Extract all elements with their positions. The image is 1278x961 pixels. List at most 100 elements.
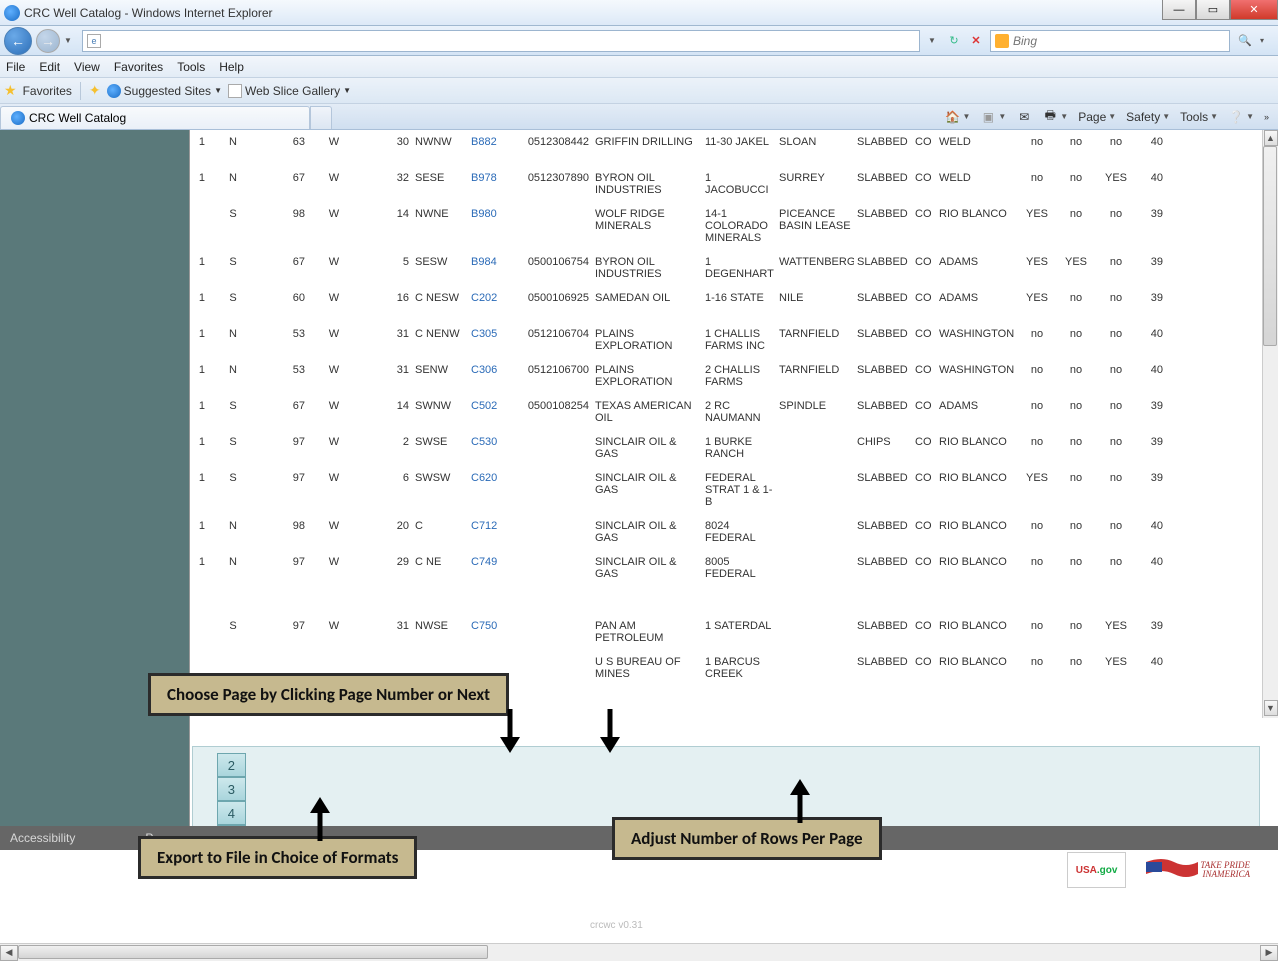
- cell: 39: [1136, 206, 1166, 222]
- page-menu[interactable]: Page▼: [1075, 110, 1119, 124]
- menu-file[interactable]: File: [6, 60, 25, 74]
- minimize-button[interactable]: —: [1162, 0, 1196, 20]
- scroll-thumb[interactable]: [18, 945, 488, 959]
- cell: 39: [1136, 254, 1166, 270]
- library-link[interactable]: C620: [471, 472, 497, 484]
- cell: CO: [912, 362, 936, 378]
- menu-help[interactable]: Help: [219, 60, 244, 74]
- back-button[interactable]: ←: [4, 27, 32, 55]
- cell[interactable]: [468, 654, 518, 658]
- menu-tools[interactable]: Tools: [177, 60, 205, 74]
- scroll-down-button[interactable]: ▼: [1264, 700, 1278, 716]
- vertical-scrollbar[interactable]: ▲ ▼: [1262, 130, 1278, 718]
- suggested-sites[interactable]: Suggested Sites ▼: [107, 84, 222, 98]
- stop-button[interactable]: ✕: [966, 31, 986, 51]
- ie-icon: [4, 5, 20, 21]
- cell[interactable]: B978: [468, 170, 518, 186]
- arrow-icon: [785, 778, 815, 823]
- refresh-button[interactable]: ↻: [944, 31, 964, 51]
- library-link[interactable]: B984: [471, 256, 497, 268]
- horizontal-scrollbar[interactable]: ◀ ▶: [0, 943, 1278, 961]
- nav-history-dropdown[interactable]: ▼: [64, 36, 78, 45]
- cell: 1: [190, 290, 208, 306]
- scroll-thumb[interactable]: [1263, 146, 1277, 346]
- page-2[interactable]: 2: [217, 753, 245, 777]
- scroll-up-button[interactable]: ▲: [1264, 130, 1278, 146]
- cell: SENW: [412, 362, 468, 378]
- print-button[interactable]: 🖶▼: [1039, 109, 1071, 125]
- close-button[interactable]: ✕: [1230, 0, 1278, 20]
- cell: SURREY: [776, 170, 854, 186]
- scroll-right-button[interactable]: ▶: [1260, 945, 1278, 961]
- callout-pages: Choose Page by Clicking Page Number or N…: [148, 673, 509, 716]
- read-mail-button[interactable]: ✉: [1013, 109, 1035, 125]
- cell: SLABBED: [854, 134, 912, 150]
- footer-accessibility[interactable]: Accessibility: [10, 831, 75, 845]
- library-link[interactable]: C306: [471, 364, 497, 376]
- search-input[interactable]: [1013, 34, 1193, 48]
- page-3[interactable]: 3: [217, 777, 245, 801]
- table-row: 1N98W20CC712SINCLAIR OIL & GAS8024 FEDER…: [190, 514, 1278, 550]
- tools-menu[interactable]: Tools▼: [1177, 110, 1221, 124]
- scroll-left-button[interactable]: ◀: [0, 945, 18, 961]
- library-link[interactable]: C202: [471, 292, 497, 304]
- cell[interactable]: C202: [468, 290, 518, 306]
- cell: SLABBED: [854, 654, 912, 670]
- usa-gov-logo[interactable]: USA.gov: [1067, 852, 1127, 888]
- arrow-icon: [495, 709, 525, 754]
- cell: PLAINS EXPLORATION: [592, 362, 702, 390]
- favorites-bar: ★ Favorites ✦ Suggested Sites ▼ Web Slic…: [0, 78, 1278, 104]
- tab-crc-well-catalog[interactable]: CRC Well Catalog: [0, 106, 310, 129]
- cell[interactable]: C749: [468, 554, 518, 570]
- library-link[interactable]: B980: [471, 208, 497, 220]
- cell[interactable]: C530: [468, 434, 518, 450]
- library-link[interactable]: B978: [471, 172, 497, 184]
- expand-button[interactable]: »: [1261, 112, 1272, 122]
- cell: 6: [360, 470, 412, 486]
- cell: W: [308, 170, 360, 186]
- cell[interactable]: C712: [468, 518, 518, 534]
- new-tab-button[interactable]: [310, 106, 332, 129]
- menu-favorites[interactable]: Favorites: [114, 60, 163, 74]
- favorites-star-icon[interactable]: ★: [4, 82, 17, 99]
- menu-view[interactable]: View: [74, 60, 100, 74]
- safety-menu[interactable]: Safety▼: [1123, 110, 1173, 124]
- cell: CO: [912, 290, 936, 306]
- search-box[interactable]: [990, 30, 1230, 52]
- cell[interactable]: B984: [468, 254, 518, 270]
- library-link[interactable]: C750: [471, 620, 497, 632]
- favorites-label[interactable]: Favorites: [23, 84, 72, 98]
- cell[interactable]: C620: [468, 470, 518, 486]
- address-bar[interactable]: e: [82, 30, 920, 52]
- cell[interactable]: C502: [468, 398, 518, 414]
- cell[interactable]: C306: [468, 362, 518, 378]
- page-4[interactable]: 4: [217, 801, 245, 825]
- address-dropdown[interactable]: ▼: [928, 36, 942, 45]
- cell[interactable]: C305: [468, 326, 518, 342]
- cell: 1 SATERDAL: [702, 618, 776, 634]
- add-favorite-icon[interactable]: ✦: [89, 82, 101, 99]
- cell: S: [208, 206, 258, 222]
- cell: SLABBED: [854, 206, 912, 222]
- cell[interactable]: B882: [468, 134, 518, 150]
- forward-button[interactable]: →: [36, 29, 60, 53]
- library-link[interactable]: C749: [471, 556, 497, 568]
- library-link[interactable]: C502: [471, 400, 497, 412]
- menu-edit[interactable]: Edit: [39, 60, 60, 74]
- library-link[interactable]: B882: [471, 136, 497, 148]
- help-button[interactable]: ❔▼: [1225, 109, 1257, 125]
- feeds-button[interactable]: ▣▼: [977, 109, 1009, 125]
- library-link[interactable]: C305: [471, 328, 497, 340]
- maximize-button[interactable]: ▭: [1196, 0, 1230, 20]
- cell[interactable]: C750: [468, 618, 518, 634]
- library-link[interactable]: C530: [471, 436, 497, 448]
- cell: W: [308, 470, 360, 486]
- library-link[interactable]: C712: [471, 520, 497, 532]
- search-dropdown[interactable]: ▾: [1260, 36, 1274, 45]
- web-slice-gallery[interactable]: Web Slice Gallery ▼: [228, 84, 351, 98]
- ie-icon: [107, 84, 121, 98]
- cell[interactable]: B980: [468, 206, 518, 222]
- home-button[interactable]: 🏠▼: [941, 109, 973, 125]
- cell: C NESW: [412, 290, 468, 306]
- search-button[interactable]: 🔍: [1234, 30, 1256, 52]
